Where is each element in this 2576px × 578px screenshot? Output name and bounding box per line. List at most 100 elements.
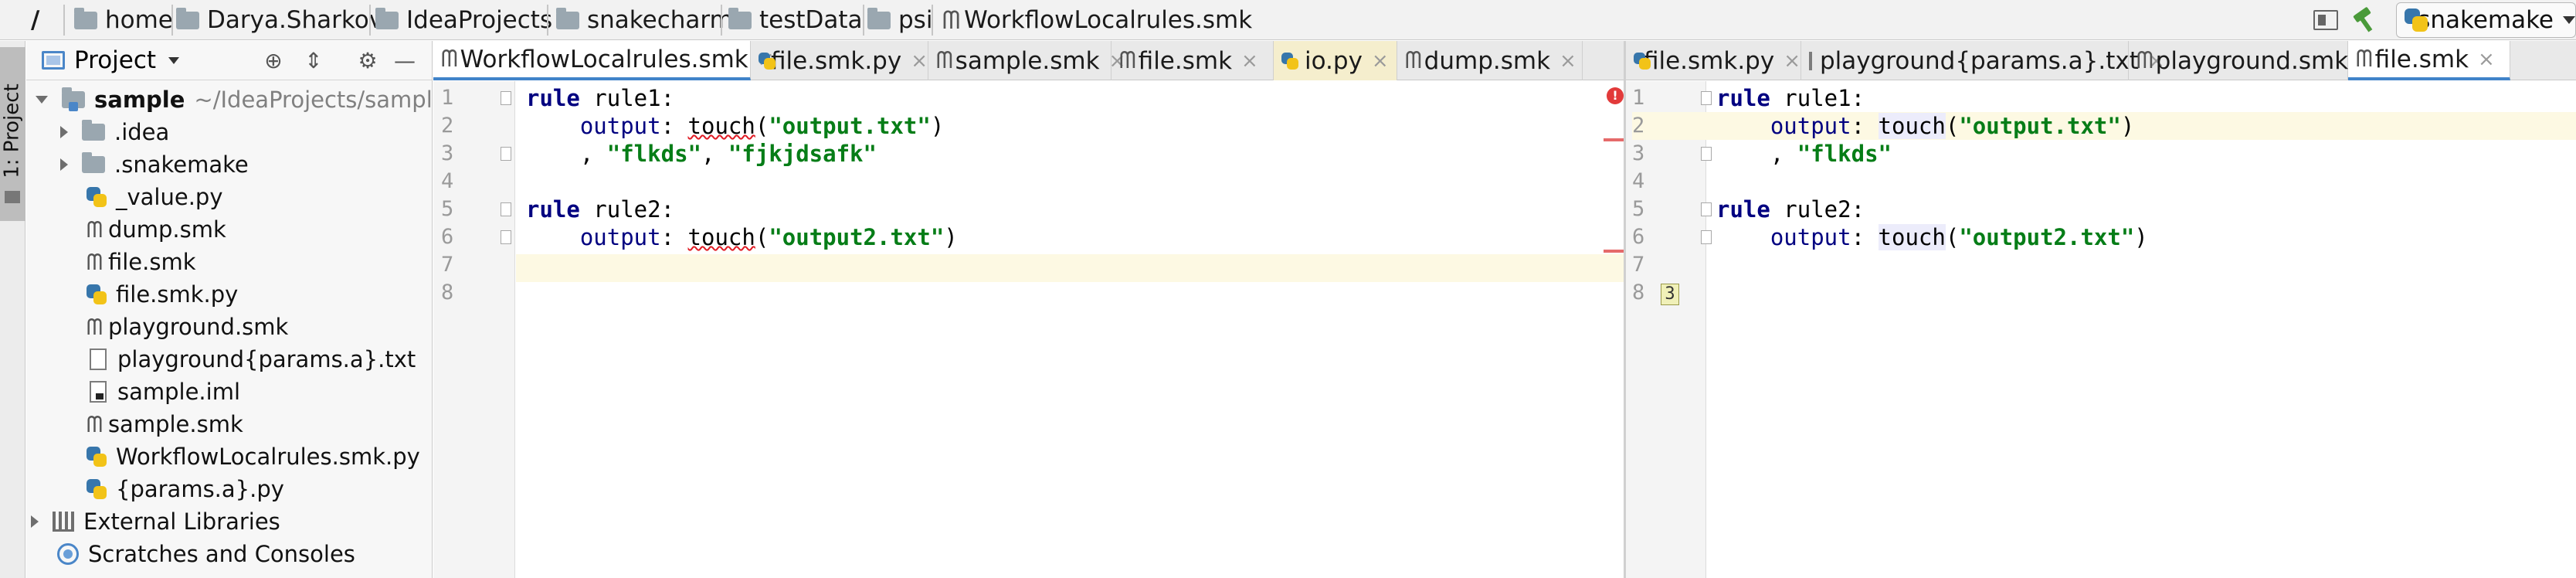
tree-item-label: Scratches and Consoles bbox=[88, 541, 355, 567]
tree-item-external-libraries[interactable]: External Libraries bbox=[31, 505, 280, 538]
chevron-right-icon[interactable] bbox=[31, 515, 39, 528]
tree-item-playground-txt[interactable]: playground{params.a}.txt bbox=[90, 343, 416, 376]
tree-item-workflowlocalrules-py[interactable]: WorkflowLocalrules.smk.py bbox=[87, 440, 420, 473]
tab-label: file.smk bbox=[1138, 46, 1233, 75]
project-tool-window-button[interactable]: 1: Project bbox=[0, 47, 25, 221]
chevron-right-icon[interactable] bbox=[60, 126, 68, 138]
snakemake-file-icon: ᗰ bbox=[1119, 47, 1136, 74]
breadcrumb-separator bbox=[171, 5, 173, 36]
layout-icon[interactable] bbox=[2313, 10, 2338, 30]
code-line[interactable]: rule rule1: bbox=[1716, 84, 1865, 112]
code-line[interactable]: , "flkds", "fjkjdsafk" bbox=[526, 140, 877, 168]
tab-label: sample.smk bbox=[955, 46, 1100, 75]
tab-playground-txt[interactable]: playground{params.a}.txt × bbox=[1801, 41, 2165, 80]
tree-item-label: file.smk.py bbox=[116, 281, 239, 308]
text-file-icon bbox=[1809, 51, 1812, 70]
code-line[interactable]: rule rule2: bbox=[526, 196, 674, 223]
tab-playground-smk[interactable]: ᗰ playground.smk × bbox=[2129, 41, 2374, 80]
tab-file-smk-py[interactable]: file.smk.py × bbox=[1626, 41, 1801, 80]
close-icon[interactable]: × bbox=[1241, 49, 1258, 73]
tab-file-smk[interactable]: ᗰ file.smk × bbox=[1112, 41, 1274, 80]
breadcrumb-ideaprojects[interactable]: IdeaProjects bbox=[375, 0, 552, 40]
fold-marker-icon[interactable] bbox=[501, 230, 511, 244]
chevron-down-icon[interactable] bbox=[168, 56, 180, 64]
chevron-right-icon[interactable] bbox=[60, 158, 68, 171]
tree-item-scratches[interactable]: Scratches and Consoles bbox=[57, 538, 355, 570]
fold-marker-icon[interactable] bbox=[1701, 147, 1712, 161]
folder-icon bbox=[82, 120, 105, 141]
tree-item-sample-smk[interactable]: ᗰ sample.smk bbox=[87, 408, 243, 440]
close-icon[interactable]: × bbox=[1560, 49, 1576, 73]
code-line[interactable]: , "flkds" bbox=[1716, 140, 1892, 168]
close-icon[interactable]: × bbox=[2478, 48, 2495, 71]
snakemake-file-icon: ᗰ bbox=[87, 313, 103, 340]
tree-item-dump-smk[interactable]: ᗰ dump.smk bbox=[87, 213, 226, 246]
tab-sample-smk[interactable]: ᗰ sample.smk × bbox=[928, 41, 1125, 80]
git-history-badge[interactable]: 3 bbox=[1661, 284, 1679, 305]
code-line[interactable]: output: touch("output2.txt") bbox=[1716, 223, 2148, 251]
tree-item-label: External Libraries bbox=[83, 508, 280, 535]
tab-file-smk[interactable]: ᗰ file.smk × bbox=[2348, 41, 2510, 80]
navigation-bar: / home Darya.Sharkova IdeaProjects snake… bbox=[0, 0, 2576, 40]
close-icon[interactable]: × bbox=[1372, 49, 1389, 73]
tab-label: WorkflowLocalrules.smk bbox=[460, 45, 748, 73]
tree-item-value-py[interactable]: _value.py bbox=[87, 181, 223, 213]
chevron-down-icon bbox=[2563, 16, 2575, 24]
libraries-icon bbox=[53, 512, 74, 532]
tree-item-playground-smk[interactable]: ᗰ playground.smk bbox=[87, 311, 288, 343]
tab-file-smk-py[interactable]: file.smk.py × bbox=[751, 41, 928, 80]
breadcrumb-snakecharm[interactable]: snakecharm bbox=[556, 0, 733, 40]
snakemake-file-icon: ᗰ bbox=[1405, 47, 1422, 74]
tree-item-snakemake[interactable]: .snakemake bbox=[60, 148, 249, 181]
fold-marker-icon[interactable] bbox=[1701, 202, 1712, 216]
breadcrumb-root[interactable]: / bbox=[31, 0, 39, 40]
breadcrumb-psi[interactable]: psi bbox=[867, 0, 932, 40]
error-icon[interactable]: ! bbox=[1607, 87, 1624, 104]
fold-marker-icon[interactable] bbox=[501, 202, 511, 216]
tab-workflowlocalrules-smk[interactable]: ᗰ WorkflowLocalrules.smk × bbox=[433, 41, 775, 80]
code-line[interactable]: output: touch("output.txt") bbox=[526, 112, 944, 140]
breadcrumb-user[interactable]: Darya.Sharkova bbox=[176, 0, 398, 40]
fold-marker-icon[interactable] bbox=[1701, 91, 1712, 105]
breadcrumb-current-file[interactable]: ᗰ WorkflowLocalrules.smk bbox=[942, 0, 1252, 40]
code-line[interactable]: output: touch("output.txt") bbox=[1716, 112, 2134, 140]
error-stripe-marker[interactable] bbox=[1604, 250, 1624, 253]
code-line[interactable]: rule rule1: bbox=[526, 84, 674, 112]
tree-item-file-smk-py[interactable]: file.smk.py bbox=[87, 278, 238, 311]
gear-icon[interactable]: ⚙ bbox=[355, 49, 380, 73]
tab-label: playground.smk bbox=[2155, 46, 2349, 75]
code-line[interactable]: rule rule2: bbox=[1716, 196, 1865, 223]
tree-item-sample-iml[interactable]: sample.iml bbox=[90, 376, 240, 408]
build-hammer-icon[interactable] bbox=[2350, 6, 2378, 32]
locate-icon[interactable]: ⊕ bbox=[261, 49, 286, 73]
tree-item-sample[interactable]: sample ~/IdeaProjects/sample bbox=[36, 83, 446, 116]
tab-io-py[interactable]: io.py × bbox=[1274, 41, 1397, 80]
tree-item-label: playground{params.a}.txt bbox=[117, 346, 416, 372]
tree-item-file-smk[interactable]: ᗰ file.smk bbox=[87, 246, 196, 278]
tree-item-params-py[interactable]: {params.a}.py bbox=[87, 473, 284, 505]
hide-panel-icon[interactable]: — bbox=[392, 49, 417, 73]
project-view-selector[interactable]: Project bbox=[74, 46, 156, 74]
breadcrumb-separator bbox=[721, 5, 722, 36]
tab-label: io.py bbox=[1305, 46, 1363, 75]
breadcrumb-root-label: / bbox=[31, 6, 40, 34]
fold-marker-icon[interactable] bbox=[1701, 230, 1712, 244]
code-line[interactable]: output: touch("output2.txt") bbox=[526, 223, 958, 251]
fold-marker-icon[interactable] bbox=[501, 147, 511, 161]
close-icon[interactable]: × bbox=[911, 49, 928, 73]
text-file-icon bbox=[90, 348, 107, 370]
left-editor-tab-bar: ᗰ WorkflowLocalrules.smk × file.smk.py ×… bbox=[433, 41, 1624, 80]
tab-dump-smk[interactable]: ᗰ dump.smk × bbox=[1397, 41, 1583, 80]
breadcrumb-home[interactable]: home bbox=[74, 0, 173, 40]
python-file-icon bbox=[1634, 52, 1651, 70]
fold-marker-icon[interactable] bbox=[501, 91, 511, 105]
run-configuration-selector[interactable]: snakemake bbox=[2396, 2, 2576, 38]
collapse-all-icon[interactable]: ⇕ bbox=[301, 49, 326, 73]
error-stripe-marker[interactable] bbox=[1604, 138, 1624, 141]
chevron-down-icon[interactable] bbox=[36, 96, 48, 104]
breadcrumb-testdata[interactable]: testData bbox=[728, 0, 863, 40]
snakemake-file-icon: ᗰ bbox=[942, 5, 960, 35]
breadcrumb-label: psi bbox=[898, 6, 933, 34]
tree-item-idea[interactable]: .idea bbox=[60, 116, 169, 148]
close-icon[interactable]: × bbox=[1784, 49, 1800, 73]
